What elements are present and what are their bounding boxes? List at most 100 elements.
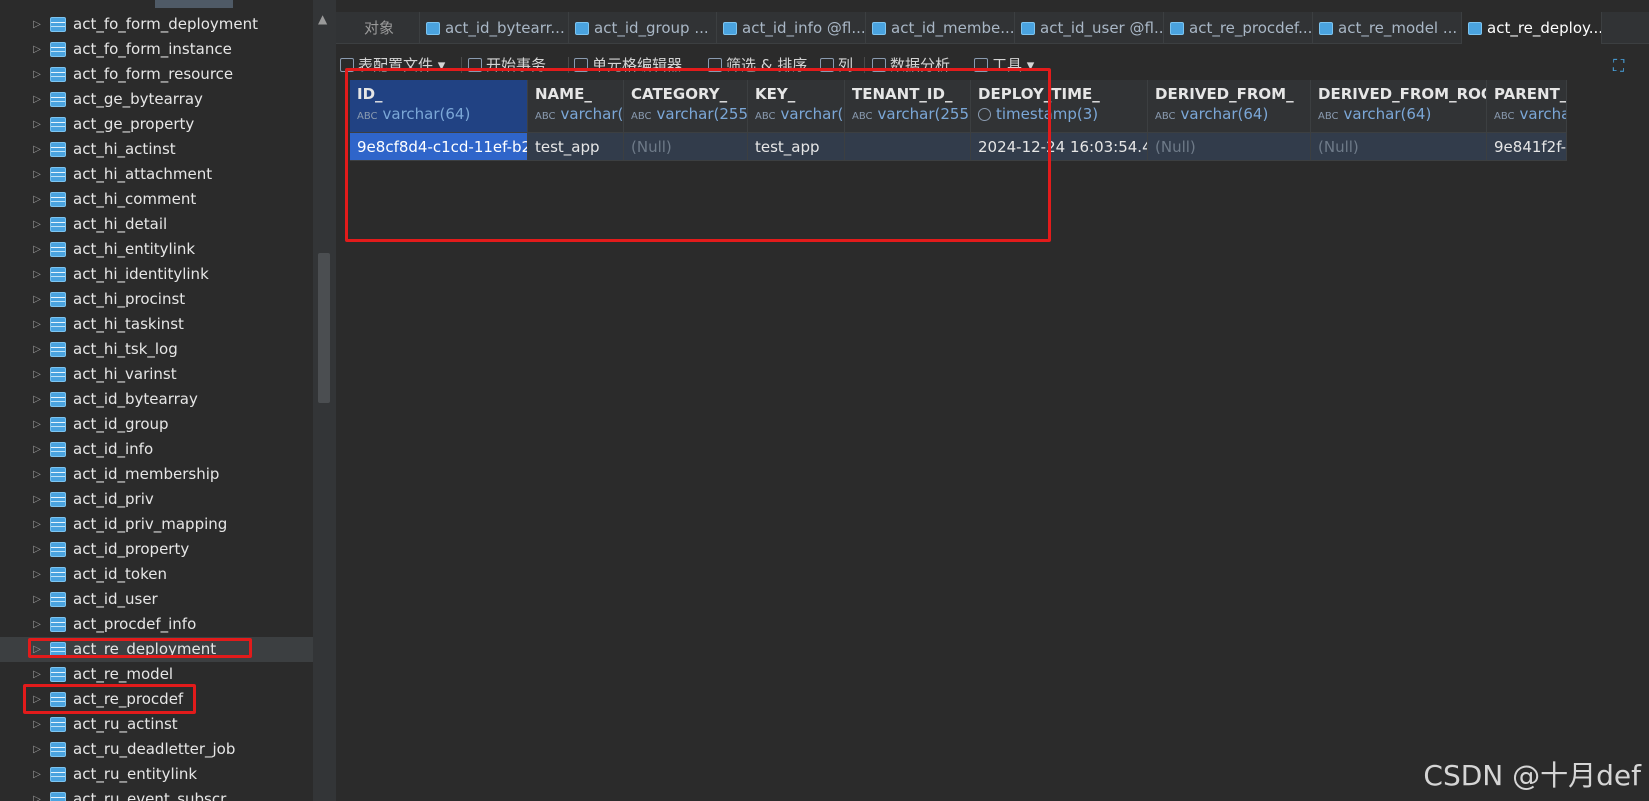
tree-item[interactable]: ▷ act_fo_form_resource (0, 62, 313, 87)
chevron-right-icon[interactable]: ▷ (31, 37, 43, 62)
column-header[interactable]: DERIVED_FROM_ ABC varchar(64) (1148, 80, 1311, 133)
column-header[interactable]: ID_ ABC varchar(64) (350, 80, 528, 133)
chevron-right-icon[interactable]: ▷ (31, 487, 43, 512)
tree-scrollbar-thumb[interactable] (318, 253, 330, 403)
tree-item[interactable]: ▷ act_hi_detail (0, 212, 313, 237)
columns-button[interactable]: 列 (820, 54, 853, 76)
tree-item[interactable]: ▷ act_procdef_info (0, 612, 313, 637)
cell-editor-button[interactable]: 单元格编辑器 (574, 54, 682, 76)
table-cell[interactable]: (Null) (1148, 133, 1311, 161)
table-cell[interactable]: test_app (528, 133, 624, 161)
chevron-right-icon[interactable]: ▷ (31, 512, 43, 537)
filter-sort-button[interactable]: 筛选 & 排序 (708, 54, 807, 76)
tree-item[interactable]: ▷ act_id_membership (0, 462, 313, 487)
table-cell[interactable]: 9e8cf8d4-c1cd-11ef-b2 (350, 133, 528, 161)
tab-7[interactable]: act_re_model ... (1313, 12, 1462, 44)
chevron-right-icon[interactable]: ▷ (31, 437, 43, 462)
column-header[interactable]: NAME_ ABCvarchar(2 (528, 80, 624, 133)
tree-item[interactable]: ▷ act_id_priv_mapping (0, 512, 313, 537)
chevron-right-icon[interactable]: ▷ (31, 62, 43, 87)
tree-item[interactable]: ▷ act_re_deployment (0, 637, 313, 662)
column-header[interactable]: KEY_ ABCvarchar(2 (748, 80, 845, 133)
tree-item[interactable]: ▷ act_id_group (0, 412, 313, 437)
tree-item[interactable]: ▷ act_hi_actinst (0, 137, 313, 162)
chevron-right-icon[interactable]: ▷ (31, 137, 43, 162)
chevron-right-icon[interactable]: ▷ (31, 787, 43, 801)
table-cell[interactable]: (Null) (1311, 133, 1487, 161)
data-analysis-button[interactable]: 数据分析 (872, 54, 950, 76)
chevron-right-icon[interactable]: ▷ (31, 712, 43, 737)
chevron-right-icon[interactable]: ▷ (31, 537, 43, 562)
tree-scrollbar[interactable]: ▲ (313, 0, 336, 801)
tree-item[interactable]: ▷ act_id_user (0, 587, 313, 612)
tree-item[interactable]: ▷ act_hi_comment (0, 187, 313, 212)
tree-item[interactable]: ▷ act_ru_event_subscr (0, 787, 313, 801)
chevron-right-icon[interactable]: ▷ (31, 687, 43, 712)
tree-item[interactable]: ▷ act_id_bytearray (0, 387, 313, 412)
config-file-button[interactable]: 表配置文件 ▾ (340, 54, 445, 76)
tree-item[interactable]: ▷ act_hi_identitylink (0, 262, 313, 287)
tree-item[interactable]: ▷ act_hi_attachment (0, 162, 313, 187)
tree-item[interactable]: ▷ act_ru_deadletter_job (0, 737, 313, 762)
tab-3[interactable]: act_id_info @fl... (717, 12, 866, 44)
tree-item[interactable]: ▷ act_ge_property (0, 112, 313, 137)
tab-4[interactable]: act_id_membe... (866, 12, 1015, 44)
chevron-right-icon[interactable]: ▷ (31, 187, 43, 212)
column-header[interactable]: TENANT_ID_ ABC varchar(255) (845, 80, 971, 133)
chevron-right-icon[interactable]: ▷ (31, 312, 43, 337)
chevron-right-icon[interactable]: ▷ (31, 562, 43, 587)
table-cell[interactable] (845, 133, 971, 161)
tree-item[interactable]: ▷ act_fo_form_deployment (0, 12, 313, 37)
chevron-right-icon[interactable]: ▷ (31, 587, 43, 612)
begin-transaction-button[interactable]: 开始事务 (468, 54, 546, 76)
tab-5[interactable]: act_id_user @fl... (1015, 12, 1164, 44)
tree-item[interactable]: ▷ act_id_property (0, 537, 313, 562)
tab-2[interactable]: act_id_group ... (569, 12, 717, 44)
chevron-right-icon[interactable]: ▷ (31, 237, 43, 262)
expand-icon[interactable]: ⛶ (1613, 58, 1629, 74)
table-cell[interactable]: 9e841f2f-c (1487, 133, 1567, 161)
table-cell[interactable]: test_app (748, 133, 845, 161)
chevron-right-icon[interactable]: ▷ (31, 362, 43, 387)
chevron-right-icon[interactable]: ▷ (31, 462, 43, 487)
tree-item[interactable]: ▷ act_hi_entitylink (0, 237, 313, 262)
chevron-right-icon[interactable]: ▷ (31, 12, 43, 37)
chevron-right-icon[interactable]: ▷ (31, 737, 43, 762)
tree-item[interactable]: ▷ act_hi_varinst (0, 362, 313, 387)
chevron-right-icon[interactable]: ▷ (31, 212, 43, 237)
tree-item[interactable]: ▷ act_id_token (0, 562, 313, 587)
chevron-right-icon[interactable]: ▷ (31, 662, 43, 687)
tree-item[interactable]: ▷ act_re_model (0, 662, 313, 687)
tree-item[interactable]: ▷ act_hi_procinst (0, 287, 313, 312)
chevron-right-icon[interactable]: ▷ (31, 387, 43, 412)
column-header[interactable]: CATEGORY_ ABC varchar(255) (624, 80, 748, 133)
chevron-right-icon[interactable]: ▷ (31, 637, 43, 662)
chevron-right-icon[interactable]: ▷ (31, 612, 43, 637)
chevron-right-icon[interactable]: ▷ (31, 412, 43, 437)
chevron-right-icon[interactable]: ▷ (31, 337, 43, 362)
tree-item[interactable]: ▷ act_fo_form_instance (0, 37, 313, 62)
tab-1[interactable]: act_id_bytearr... (420, 12, 569, 44)
chevron-right-icon[interactable]: ▷ (31, 762, 43, 787)
tree-item[interactable]: ▷ act_id_info (0, 437, 313, 462)
chevron-right-icon[interactable]: ▷ (31, 287, 43, 312)
chevron-right-icon[interactable]: ▷ (31, 262, 43, 287)
table-cell[interactable]: 2024-12-24 16:03:54.42 (971, 133, 1148, 161)
tab-8[interactable]: act_re_deploy... (1462, 12, 1602, 44)
tab-0[interactable]: 对象 (336, 12, 420, 44)
tree-item[interactable]: ▷ act_ru_actinst (0, 712, 313, 737)
chevron-right-icon[interactable]: ▷ (31, 162, 43, 187)
column-header[interactable]: DEPLOY_TIME_ timestamp(3) (971, 80, 1148, 133)
tree-item[interactable]: ▷ act_re_procdef (0, 687, 313, 712)
chevron-right-icon[interactable]: ▷ (31, 112, 43, 137)
column-header[interactable]: DERIVED_FROM_ROO ABC varchar(64) (1311, 80, 1487, 133)
chevron-right-icon[interactable]: ▷ (31, 87, 43, 112)
tools-button[interactable]: 工具 ▾ (974, 54, 1034, 76)
tree-item[interactable]: ▷ act_hi_tsk_log (0, 337, 313, 362)
table-cell[interactable]: (Null) (624, 133, 748, 161)
tree-item[interactable]: ▷ act_ge_bytearray (0, 87, 313, 112)
scroll-up-icon[interactable]: ▲ (318, 12, 327, 26)
column-header[interactable]: PARENT_ ABC varcha (1487, 80, 1567, 133)
tree-item[interactable]: ▷ act_hi_taskinst (0, 312, 313, 337)
tab-6[interactable]: act_re_procdef... (1164, 12, 1313, 44)
